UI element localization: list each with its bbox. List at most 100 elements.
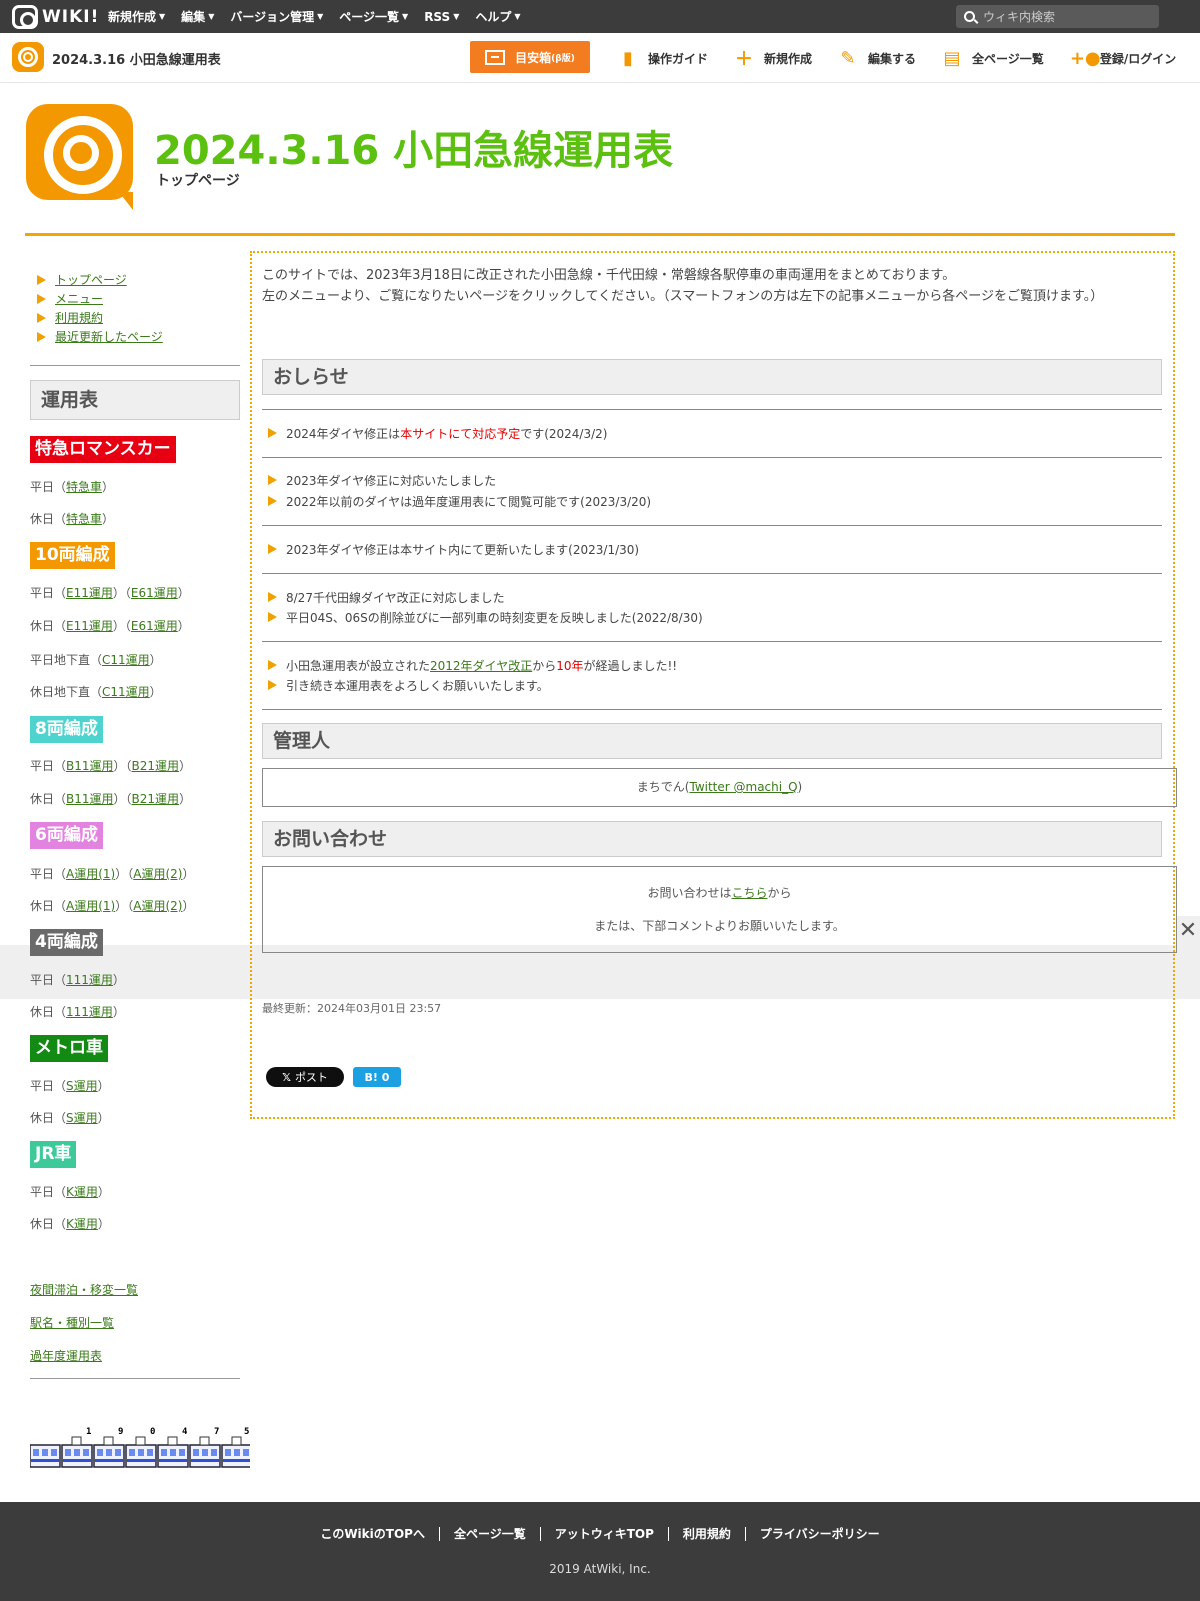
category-6-car: 6両編成 — [30, 822, 103, 849]
sidebar: トップページ メニュー 利用規約 最近更新したページ — [30, 270, 240, 346]
triangle-bullet-icon — [268, 612, 277, 622]
top-navigation-bar: WIKI! 新規作成 ▼ 編集 ▼ バージョン管理 ▼ ページ一覧 ▼ RSS ▼ ヘルプ… — [0, 0, 1200, 33]
train-stripe — [127, 1459, 155, 1462]
row-metro-weekday: 平日（S運用） — [30, 1079, 110, 1093]
link-c11-holiday[interactable]: C11運用 — [102, 685, 150, 699]
intro-text: このサイトでは、2023年3月18日に改正された小田急線・千代田線・常磐線各駅停… — [262, 268, 1104, 304]
row-8-holiday: 休日（B11運用）（B21運用） — [30, 792, 192, 806]
link-k-holiday[interactable]: K運用 — [66, 1217, 98, 1231]
footer-link-privacy[interactable]: プライバシーポリシー — [746, 1527, 894, 1541]
new-page-button[interactable]: ＋新規作成 — [734, 45, 812, 71]
link-romance-holiday[interactable]: 特急車 — [66, 512, 102, 526]
link-a2-weekday[interactable]: A運用(2) — [133, 867, 182, 881]
link-e61-holiday[interactable]: E61運用 — [131, 619, 178, 633]
x-post-button[interactable]: 𝕏 ポスト — [266, 1067, 344, 1087]
link-e11-weekday[interactable]: E11運用 — [66, 586, 113, 600]
link-e61-weekday[interactable]: E61運用 — [131, 586, 178, 600]
divider — [262, 709, 1162, 710]
search-input[interactable] — [983, 9, 1143, 24]
wiki-search — [956, 5, 1159, 28]
divider — [262, 641, 1162, 642]
link-k-weekday[interactable]: K運用 — [66, 1185, 98, 1199]
caret-down-icon: ▼ — [159, 12, 166, 21]
cat-figure — [199, 1436, 210, 1446]
link-s-weekday[interactable]: S運用 — [66, 1079, 98, 1093]
train-window — [42, 1449, 48, 1456]
document-icon: ▤ — [943, 47, 961, 69]
login-button[interactable]: +● 登録/ログイン — [1070, 48, 1176, 69]
row-romance-weekday: 平日（特急車） — [30, 480, 115, 494]
footer: このWikiのTOPへ 全ページ一覧 アットウィキTOP 利用規約 プライバシー… — [0, 1502, 1200, 1601]
all-pages-button[interactable]: ▤ 全ページ一覧 — [942, 48, 1044, 69]
train-window — [193, 1449, 199, 1456]
page-subtitle: トップページ — [156, 173, 240, 189]
site-toolbar: 2024.3.16 小田急線運用表 目安箱 (β版) ▮ 操作ガイド ＋新規作成 ✎… — [0, 33, 1200, 83]
triangle-bullet-icon — [268, 592, 277, 602]
contact-heading: お問い合わせ — [262, 821, 1162, 857]
menu-new[interactable]: 新規作成 ▼ — [108, 8, 165, 25]
box-icon — [485, 49, 506, 65]
copyright: 2019 AtWiki, Inc. — [549, 1562, 651, 1576]
link-romance-weekday[interactable]: 特急車 — [66, 480, 102, 494]
hatena-bookmark-button[interactable]: B! 0 — [353, 1067, 401, 1087]
row-10-subway-weekday: 平日地下直（C11運用） — [30, 653, 162, 667]
link-a2-holiday[interactable]: A運用(2) — [133, 899, 182, 913]
menu-version[interactable]: バージョン管理 ▼ — [230, 8, 323, 25]
menu-edit[interactable]: 編集 ▼ — [181, 8, 214, 25]
footer-link-all-pages[interactable]: 全ページ一覧 — [440, 1527, 541, 1541]
link-station-names[interactable]: 駅名・種別一覧 — [30, 1314, 114, 1331]
train-window — [225, 1449, 231, 1456]
logo-text: WIKI! — [42, 7, 100, 27]
link-111-weekday[interactable]: 111運用 — [66, 973, 113, 987]
caret-down-icon: ▼ — [208, 12, 215, 21]
site-logo-icon[interactable] — [12, 42, 44, 72]
link-b11-holiday[interactable]: B11運用 — [66, 792, 114, 806]
train-window — [234, 1449, 240, 1456]
edit-button[interactable]: ✎ 編集する — [838, 48, 916, 69]
train-window — [115, 1449, 121, 1456]
footer-link-atwiki-top[interactable]: アットウィキTOP — [541, 1527, 669, 1541]
link-b11-weekday[interactable]: B11運用 — [66, 759, 114, 773]
link-a1-holiday[interactable]: A運用(1) — [66, 899, 115, 913]
row-jr-holiday: 休日（K運用） — [30, 1217, 110, 1231]
menu-rss[interactable]: RSS ▼ — [424, 10, 459, 24]
link-s-holiday[interactable]: S運用 — [66, 1111, 98, 1125]
row-jr-weekday: 平日（K運用） — [30, 1185, 110, 1199]
link-111-holiday[interactable]: 111運用 — [66, 1005, 113, 1019]
row-4-weekday: 平日（111運用） — [30, 973, 125, 987]
site-title[interactable]: 2024.3.16 小田急線運用表 — [52, 49, 221, 68]
caret-down-icon: ▼ — [402, 12, 409, 21]
link-a1-weekday[interactable]: A運用(1) — [66, 867, 115, 881]
link-b21-holiday[interactable]: B21運用 — [132, 792, 180, 806]
row-romance-holiday: 休日（特急車） — [30, 512, 115, 526]
cat-figure — [167, 1436, 178, 1446]
train-window — [211, 1449, 217, 1456]
link-night-stabling[interactable]: 夜間滞泊・移変一覧 — [30, 1281, 138, 1298]
row-10-weekday: 平日（E11運用）（E61運用） — [30, 586, 190, 600]
link-past-years[interactable]: 過年度運用表 — [30, 1347, 102, 1364]
footer-link-terms[interactable]: 利用規約 — [669, 1527, 746, 1541]
menu-pages[interactable]: ページ一覧 ▼ — [339, 8, 408, 25]
train-stripe — [63, 1459, 91, 1462]
link-c11-weekday[interactable]: C11運用 — [102, 653, 150, 667]
twitter-link[interactable]: Twitter @machi_Q — [689, 780, 797, 794]
link-b21-weekday[interactable]: B21運用 — [132, 759, 180, 773]
close-icon[interactable]: ✕ — [1176, 916, 1200, 946]
footer-link-wiki-top[interactable]: このWikiのTOPへ — [306, 1527, 440, 1541]
news-item: 2024年ダイヤ修正は 本サイトにて対応予定 です(2024/3/2) — [268, 423, 607, 443]
train-stripe — [191, 1459, 219, 1462]
guide-button[interactable]: ▮ 操作ガイド — [618, 48, 708, 69]
suggestion-box-button[interactable]: 目安箱 (β版) — [470, 41, 590, 73]
train-window — [106, 1449, 112, 1456]
news-item: 2022年以前のダイヤは過年度運用表にて閲覧可能です(2023/3/20) — [268, 491, 651, 511]
contact-link[interactable]: こちら — [731, 886, 767, 900]
row-6-weekday: 平日（A運用(1)）（A運用(2)） — [30, 867, 195, 881]
atwiki-logo[interactable]: WIKI! — [12, 5, 99, 29]
link-2012-revision[interactable]: 2012年ダイヤ改正 — [430, 657, 532, 674]
train-stripe — [159, 1459, 187, 1462]
menu-help[interactable]: ヘルプ ▼ — [475, 8, 520, 25]
train-window — [161, 1449, 167, 1456]
link-e11-holiday[interactable]: E11運用 — [66, 619, 113, 633]
row-10-subway-holiday: 休日地下直（C11運用） — [30, 685, 162, 699]
car-number-label: 4 — [182, 1427, 188, 1437]
